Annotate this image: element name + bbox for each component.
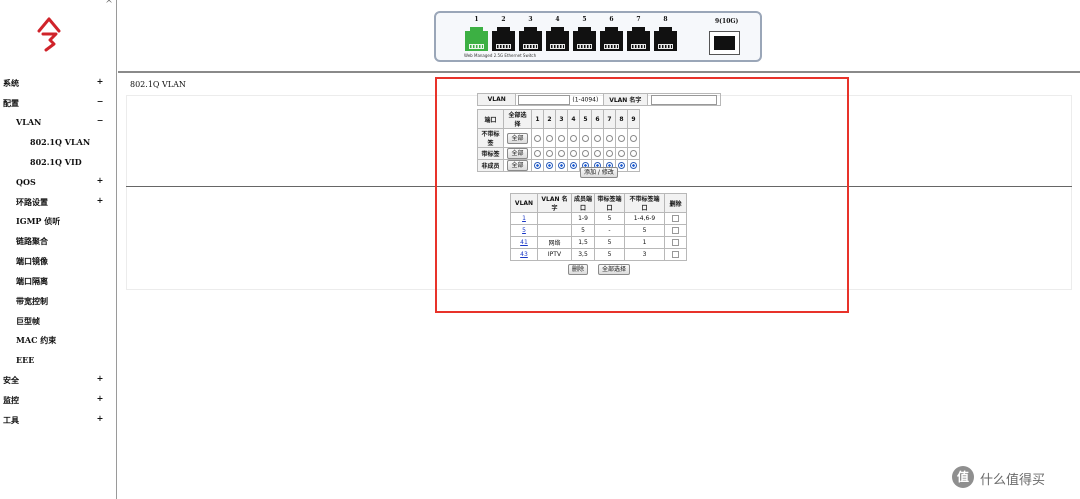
port-number-label: 6 bbox=[609, 16, 614, 23]
menu-link-aggregation[interactable]: 链路聚合 bbox=[16, 234, 48, 248]
expand-icon[interactable]: + bbox=[95, 393, 105, 403]
collapse-icon[interactable]: − bbox=[95, 96, 105, 106]
menu-label: VLAN bbox=[16, 117, 42, 127]
ethernet-port-icon[interactable] bbox=[464, 25, 489, 52]
menu-label: 802.1Q VID bbox=[30, 157, 82, 167]
port-number-label: 4 bbox=[555, 16, 560, 23]
menu-label: 带宽控制 bbox=[16, 296, 48, 306]
scroll-up-arrow[interactable]: ^ bbox=[103, 0, 115, 10]
menu-label: 环路设置 bbox=[16, 197, 48, 207]
port-number-label: 8 bbox=[663, 16, 668, 23]
ethernet-port-icon[interactable] bbox=[653, 25, 678, 52]
menu-jumbo-frame[interactable]: 巨型帧 bbox=[16, 314, 40, 328]
menu-label: 工具 bbox=[3, 415, 19, 425]
brand-logo bbox=[37, 17, 61, 52]
menu-port-mirroring[interactable]: 端口镜像 bbox=[16, 254, 48, 268]
port-number-label: 7 bbox=[636, 16, 641, 23]
expand-icon[interactable]: + bbox=[95, 373, 105, 383]
port-number-label: 2 bbox=[501, 16, 506, 23]
menu-config[interactable]: 配置 bbox=[3, 96, 19, 110]
port-number-label: 3 bbox=[528, 16, 533, 23]
menu-tools[interactable]: 工具 bbox=[3, 413, 19, 427]
sidebar: ^ 系统 + 配置 − VLAN − 802.1Q VLAN 802.1Q VI… bbox=[0, 0, 117, 499]
expand-icon[interactable]: + bbox=[95, 195, 105, 205]
watermark-text: 什么值得买 bbox=[980, 473, 1046, 488]
menu-label: EEE bbox=[16, 355, 35, 365]
menu-label: QOS bbox=[16, 177, 36, 187]
port-number-label: 5 bbox=[582, 16, 587, 23]
annotation-highlight-box bbox=[435, 77, 849, 313]
menu-8021q-vlan[interactable]: 802.1Q VLAN bbox=[30, 135, 90, 149]
menu-label: 巨型帧 bbox=[16, 316, 40, 326]
port-number-label: 1 bbox=[474, 16, 479, 23]
ethernet-port-icon[interactable] bbox=[626, 25, 651, 52]
ethernet-port-icon[interactable] bbox=[545, 25, 570, 52]
switch-model-caption: Web Managed 2.5G Ethernet Switch bbox=[464, 53, 537, 58]
ethernet-port-icon[interactable] bbox=[491, 25, 516, 52]
menu-igmp-snooping[interactable]: IGMP 侦听 bbox=[16, 214, 60, 228]
menu-label: 链路聚合 bbox=[16, 236, 48, 246]
menu-vlan[interactable]: VLAN bbox=[16, 115, 41, 129]
menu-label: 端口隔离 bbox=[16, 276, 48, 286]
menu-system[interactable]: 系统 bbox=[3, 76, 19, 90]
menu-label: 系统 bbox=[3, 78, 19, 88]
menu-eee[interactable]: EEE bbox=[16, 353, 34, 367]
expand-icon[interactable]: + bbox=[95, 76, 105, 86]
menu-port-isolation[interactable]: 端口隔离 bbox=[16, 274, 48, 288]
menu-label: 安全 bbox=[3, 375, 19, 385]
menu-label: 配置 bbox=[3, 98, 19, 108]
ethernet-port-icon[interactable] bbox=[572, 25, 597, 52]
menu-loop-settings[interactable]: 环路设置 bbox=[16, 195, 48, 209]
ethernet-port-icon[interactable] bbox=[518, 25, 543, 52]
sfp-port-label: 9(10G) bbox=[715, 18, 739, 25]
menu-mac-constraint[interactable]: MAC 约束 bbox=[16, 333, 56, 347]
main-content: 802.1Q VLAN VLAN (1-4094) VLAN 名字 端口 全部选择… bbox=[118, 75, 1080, 499]
menu-label: MAC 约束 bbox=[16, 335, 57, 345]
ethernet-port-icon[interactable] bbox=[599, 25, 624, 52]
watermark-logo-icon: 值 bbox=[952, 466, 974, 488]
expand-icon[interactable]: + bbox=[95, 413, 105, 423]
menu-label: 端口镜像 bbox=[16, 256, 48, 266]
expand-icon[interactable]: + bbox=[95, 175, 105, 185]
menu-security[interactable]: 安全 bbox=[3, 373, 19, 387]
menu-bandwidth-control[interactable]: 带宽控制 bbox=[16, 294, 48, 308]
menu-qos[interactable]: QOS bbox=[16, 175, 36, 189]
collapse-icon[interactable]: − bbox=[95, 115, 105, 125]
menu-label: 监控 bbox=[3, 395, 19, 405]
menu-label: 802.1Q VLAN bbox=[30, 137, 91, 147]
switch-front-panel: Web Managed 2.5G Ethernet Switch 9(10G) … bbox=[434, 11, 762, 62]
menu-label: IGMP 侦听 bbox=[16, 216, 61, 226]
sfp-port-icon[interactable] bbox=[709, 31, 740, 55]
menu-8021q-vid[interactable]: 802.1Q VID bbox=[30, 155, 82, 169]
switch-status-frame: Web Managed 2.5G Ethernet Switch 9(10G) … bbox=[118, 0, 1080, 73]
page-title: 802.1Q VLAN bbox=[130, 80, 186, 89]
menu-monitor[interactable]: 监控 bbox=[3, 393, 19, 407]
